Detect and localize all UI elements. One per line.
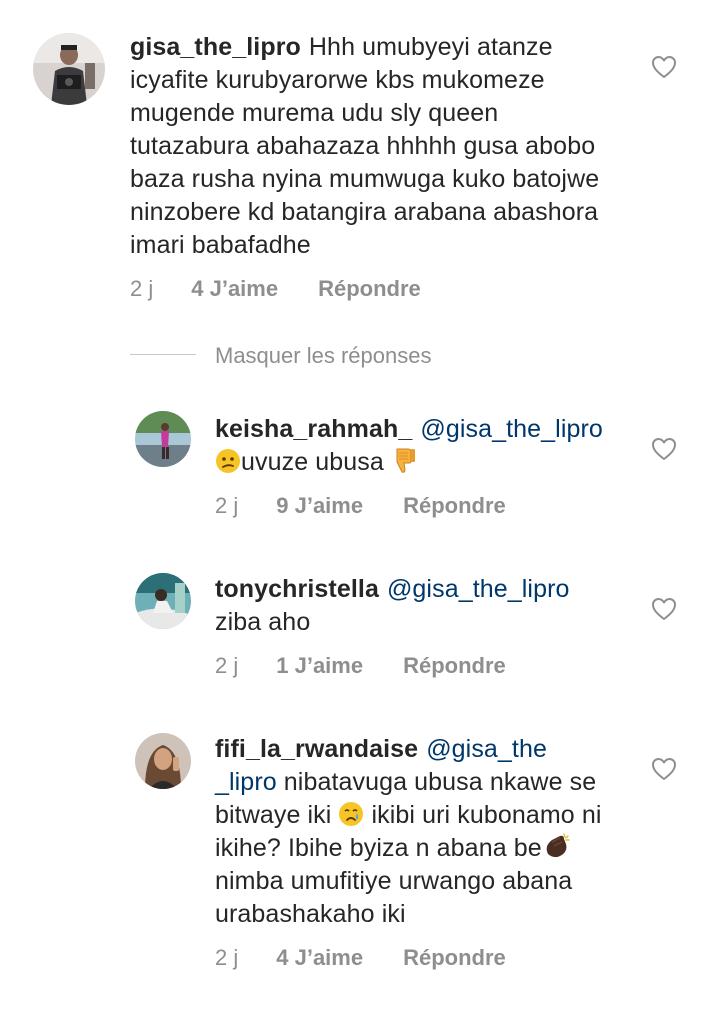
- reply-username[interactable]: tonychristella: [215, 575, 379, 603]
- reply-likes-count[interactable]: 9 J’aime: [276, 493, 363, 519]
- reply-button[interactable]: Répondre: [403, 945, 506, 971]
- heart-outline-icon[interactable]: [651, 597, 677, 621]
- reply-text: uvuze ubusa: [241, 448, 384, 476]
- reply-mention[interactable]: @gisa_the_lipro: [387, 575, 570, 603]
- comment-likes-count[interactable]: 4 J’aime: [191, 276, 278, 302]
- avatar[interactable]: [135, 411, 191, 467]
- heart-outline-icon[interactable]: [651, 757, 677, 781]
- replies-divider: [130, 354, 196, 355]
- crying-face-icon: [339, 802, 364, 826]
- reply-likes-count[interactable]: 4 J’aime: [276, 945, 363, 971]
- thumbs-down-icon: [396, 448, 415, 473]
- reply-button[interactable]: Répondre: [318, 276, 421, 302]
- clapping-hands-icon: [546, 833, 570, 858]
- avatar[interactable]: [33, 33, 105, 105]
- reply-mention[interactable]: @gisa_the: [426, 735, 547, 763]
- comment-timestamp: 2 j: [130, 276, 154, 301]
- reply-button[interactable]: Répondre: [403, 493, 506, 519]
- reply-button[interactable]: Répondre: [403, 653, 506, 679]
- reply-text-end: nimba umufitiye urwango abana urabashaka…: [215, 867, 573, 928]
- hide-replies-button[interactable]: Masquer les réponses: [215, 343, 431, 369]
- heart-outline-icon[interactable]: [651, 437, 677, 461]
- reply-likes-count[interactable]: 1 J’aime: [276, 653, 363, 679]
- avatar[interactable]: [135, 733, 191, 789]
- reply-timestamp: 2 j: [215, 493, 239, 518]
- reply-timestamp: 2 j: [215, 653, 239, 678]
- comment-text: Hhh umubyeyi atanze icyafite kurubyarorw…: [130, 33, 600, 259]
- confused-face-icon: [216, 449, 240, 473]
- reply-username[interactable]: keisha_rahmah_: [215, 415, 412, 443]
- comment-username[interactable]: gisa_the_lipro: [130, 33, 301, 61]
- heart-outline-icon[interactable]: [651, 55, 677, 79]
- reply-text: ziba aho: [215, 608, 311, 636]
- reply-mention[interactable]: @gisa_the_lipro: [420, 415, 603, 443]
- reply-mention-continued[interactable]: _lipro: [215, 768, 277, 796]
- reply-username[interactable]: fifi_la_rwandaise: [215, 735, 418, 763]
- reply-timestamp: 2 j: [215, 945, 239, 970]
- avatar[interactable]: [135, 573, 191, 629]
